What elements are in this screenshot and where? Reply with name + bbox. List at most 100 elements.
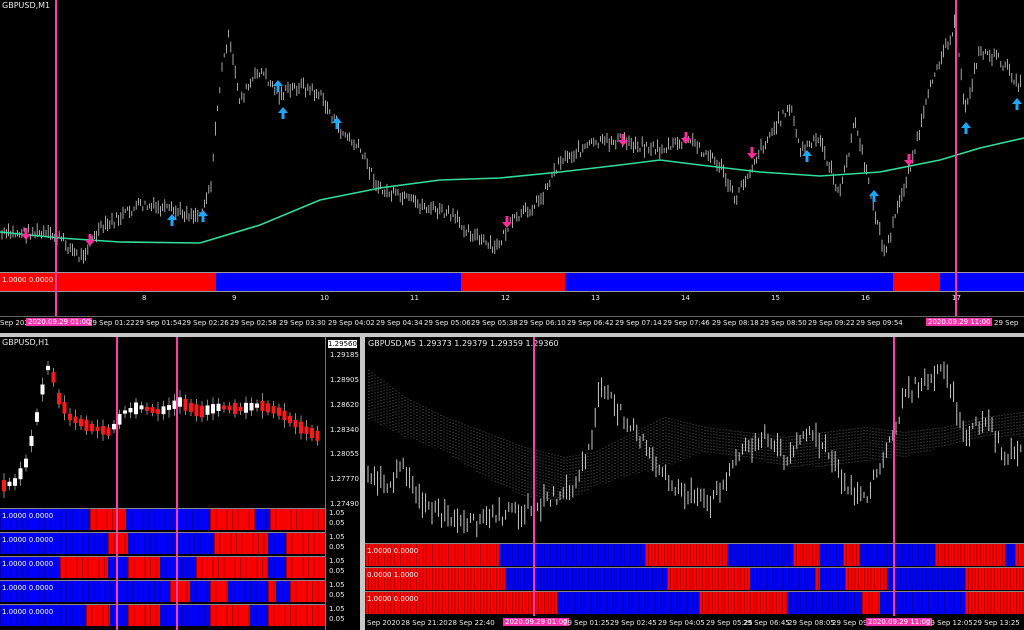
h1-candle-body	[282, 410, 287, 421]
signal-segment	[1015, 544, 1024, 566]
signal-segment	[558, 592, 699, 614]
signal-segment	[1005, 544, 1015, 566]
signal-segment	[860, 544, 883, 566]
time-label: 29 Sep 08:05	[788, 619, 835, 627]
time-label: Sep 2020	[367, 619, 401, 627]
h1-candle-body	[277, 407, 281, 416]
h1-candle-body	[299, 421, 303, 434]
top-time-axis: Sep 2020 2020.09.29 01:00 29 Sep 01:22 2…	[0, 316, 1024, 331]
m5-signal-row: 0.0000 1.0000	[365, 567, 1024, 590]
signal-segment	[787, 592, 862, 614]
top-vline-right	[955, 0, 957, 316]
top-vline-left	[55, 0, 57, 316]
axis-number: 9	[232, 294, 237, 302]
time-label: 29 Sep 12:05	[926, 619, 973, 627]
m5-signal-row-label: 1.0000 0.0000	[367, 595, 419, 603]
h1-signal-row-label: 1.0000 0.0000	[2, 512, 54, 520]
buy-arrow-icon	[961, 122, 971, 134]
signal-segment	[126, 509, 210, 530]
h1-row-scale: 0.05	[329, 519, 345, 527]
signal-segment	[285, 509, 325, 530]
m5-left-time-tag: 2020.09.29 01:00	[503, 618, 570, 626]
h1-candle-body	[304, 426, 309, 434]
h1-candle-body	[117, 414, 122, 425]
h1-candle-body	[79, 418, 83, 427]
h1-chart-window[interactable]: GBPUSD,H1 1.29560 1.29185 1.28905 1.2862…	[0, 337, 360, 630]
signal-segment	[268, 557, 286, 578]
buy-arrow-icon	[1012, 98, 1022, 110]
h1-row-scale: 1.05	[329, 533, 345, 541]
signal-segment	[196, 557, 268, 578]
h1-candle-body	[84, 419, 89, 431]
sell-arrow-icon	[21, 228, 31, 240]
signal-segment	[820, 568, 845, 590]
m5-signal-row-label: 0.0000 1.0000	[367, 571, 419, 579]
time-label: 29 Sep 06:42	[567, 319, 614, 327]
time-label: 29 Sep 06:45	[743, 619, 790, 627]
h1-candle-body	[238, 406, 243, 411]
h1-candle-body	[51, 372, 56, 383]
time-label: 28 Sep 22:40	[448, 619, 495, 627]
h1-candle-body	[271, 406, 276, 414]
signal-segment	[965, 592, 1024, 614]
time-label: 29 Sep 04:05	[658, 619, 705, 627]
signal-segment	[160, 605, 210, 626]
h1-chart-title: GBPUSD,H1	[2, 338, 50, 347]
signal-segment	[250, 605, 268, 626]
time-label: 29 Sep 04:34	[376, 319, 423, 327]
signal-segment	[108, 557, 128, 578]
signal-segment	[843, 544, 860, 566]
signal-segment	[128, 557, 160, 578]
sell-arrow-icon	[85, 234, 95, 246]
signal-segment	[86, 605, 110, 626]
h1-vline-left	[116, 337, 118, 630]
signal-segment	[286, 557, 325, 578]
h1-signal-row: 1.0000 0.0000	[0, 580, 325, 602]
time-label: 29 Sep 03:30	[279, 319, 326, 327]
price-label: 1.27770	[330, 475, 359, 483]
h1-candle-body	[150, 407, 155, 414]
h1-candle-body	[123, 410, 127, 414]
signal-segment	[667, 568, 750, 590]
h1-candle-body	[255, 403, 259, 408]
h1-candle-body	[183, 398, 188, 411]
time-label: 29 Sep 01:54	[135, 319, 182, 327]
top-signal-bar: 1.0000 0.0000	[0, 272, 1024, 292]
signal-segment	[228, 581, 268, 602]
time-label: 29 Sep 09:22	[808, 319, 855, 327]
h1-signal-row-label: 1.0000 0.0000	[2, 608, 54, 616]
h1-signal-row-label: 1.0000 0.0000	[2, 536, 54, 544]
price-label: 1.28905	[330, 376, 359, 384]
h1-row-scale: 0.05	[329, 543, 345, 551]
axis-number: 8	[142, 294, 147, 302]
h1-price-chart[interactable]	[0, 337, 325, 507]
top-price-chart[interactable]	[0, 0, 1024, 270]
h1-candle-body	[35, 412, 39, 422]
h1-candle-body	[13, 478, 17, 486]
buy-arrow-icon	[332, 117, 342, 129]
signal-segment	[499, 544, 645, 566]
time-label: 29 Sep 07:14	[615, 319, 662, 327]
h1-candle-body	[73, 416, 78, 423]
signal-segment	[845, 568, 887, 590]
ichimoku-cloud	[368, 370, 1024, 502]
h1-candle-body	[227, 405, 232, 411]
signal-segment	[160, 557, 196, 578]
m5-chart-window[interactable]: GBPUSD,M5 1.29373 1.29379 1.29359 1.2936…	[365, 337, 1024, 630]
axis-number: 13	[591, 294, 600, 302]
price-label: 1.28055	[330, 450, 359, 458]
m5-chart-title: GBPUSD,M5 1.29373 1.29379 1.29359 1.2936…	[368, 339, 559, 348]
time-label: 29 Sep 01:22	[88, 319, 135, 327]
signal-segment	[210, 509, 255, 530]
m5-vline-left	[533, 337, 535, 616]
price-label: 1.27490	[330, 500, 359, 508]
time-label: 29 Sep	[994, 319, 1019, 327]
top-chart-window[interactable]: GBPUSD,M1 1.0000 0.0000 8 9 10 11 12 13 …	[0, 0, 1024, 333]
signal-segment	[190, 581, 210, 602]
top-right-time-tag: 2020.09.29 11:00	[926, 318, 993, 326]
h1-row-scale: 1.05	[329, 605, 345, 613]
axis-number: 11	[410, 294, 419, 302]
m5-price-chart[interactable]	[365, 337, 1024, 543]
signal-segment	[210, 581, 228, 602]
time-label: 29 Sep 06:10	[519, 319, 566, 327]
